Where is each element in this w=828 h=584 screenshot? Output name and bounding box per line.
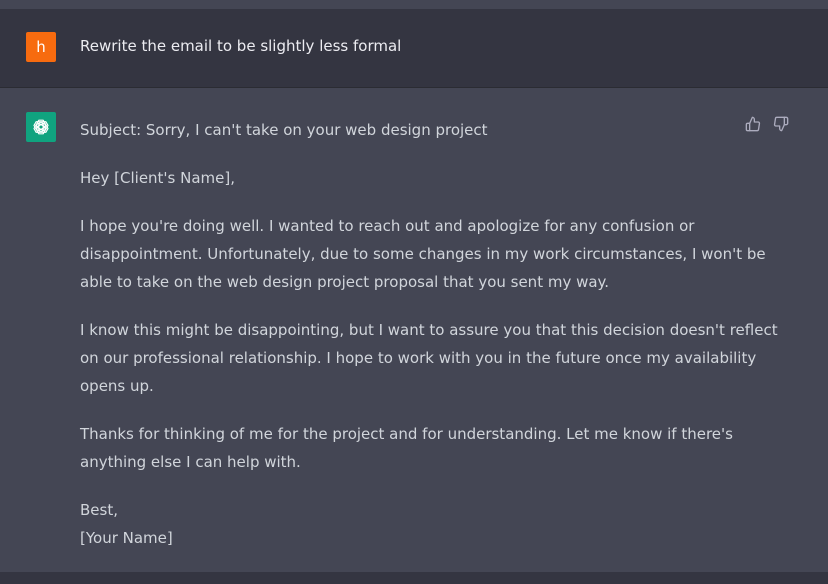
email-paragraph-1: I hope you're doing well. I wanted to re…	[80, 212, 766, 296]
paragraph-1-line: disappointment. Unfortunately, due to so…	[80, 245, 766, 263]
assistant-avatar	[26, 112, 56, 142]
email-paragraph-2: I know this might be disappointing, but …	[80, 316, 778, 400]
thumbs-down-button[interactable]	[772, 115, 790, 133]
paragraph-2-line: I know this might be disappointing, but …	[80, 321, 778, 339]
email-sender-name: [Your Name]	[80, 529, 173, 547]
email-signoff: Best,	[80, 501, 118, 519]
email-paragraph-3: Thanks for thinking of me for the projec…	[80, 420, 740, 476]
user-message-text: Rewrite the email to be slightly less fo…	[80, 37, 402, 55]
paragraph-1-line: able to take on the web design project p…	[80, 273, 610, 291]
previous-message-edge	[0, 0, 828, 9]
email-signature: Best, [Your Name]	[80, 496, 740, 552]
paragraph-3-line: Thanks for thinking of me for the projec…	[80, 425, 733, 443]
assistant-message-text: Subject: Sorry, I can't take on your web…	[80, 116, 778, 572]
openai-logo-icon	[33, 119, 49, 135]
paragraph-1-line: I hope you're doing well. I wanted to re…	[80, 217, 695, 235]
thumbs-up-icon	[745, 116, 761, 132]
assistant-message-row: Subject: Sorry, I can't take on your web…	[0, 88, 828, 572]
paragraph-2-line: on our professional relationship. I hope…	[80, 349, 757, 367]
paragraph-2-line: opens up.	[80, 377, 154, 395]
thumbs-down-icon	[773, 116, 789, 132]
thumbs-up-button[interactable]	[744, 115, 762, 133]
user-avatar: h	[26, 32, 56, 62]
email-greeting: Hey [Client's Name],	[80, 169, 236, 187]
email-subject: Subject: Sorry, I can't take on your web…	[80, 121, 488, 139]
paragraph-3-line: anything else I can help with.	[80, 453, 301, 471]
user-message-row: h Rewrite the email to be slightly less …	[0, 9, 828, 88]
next-message-edge	[0, 572, 828, 584]
